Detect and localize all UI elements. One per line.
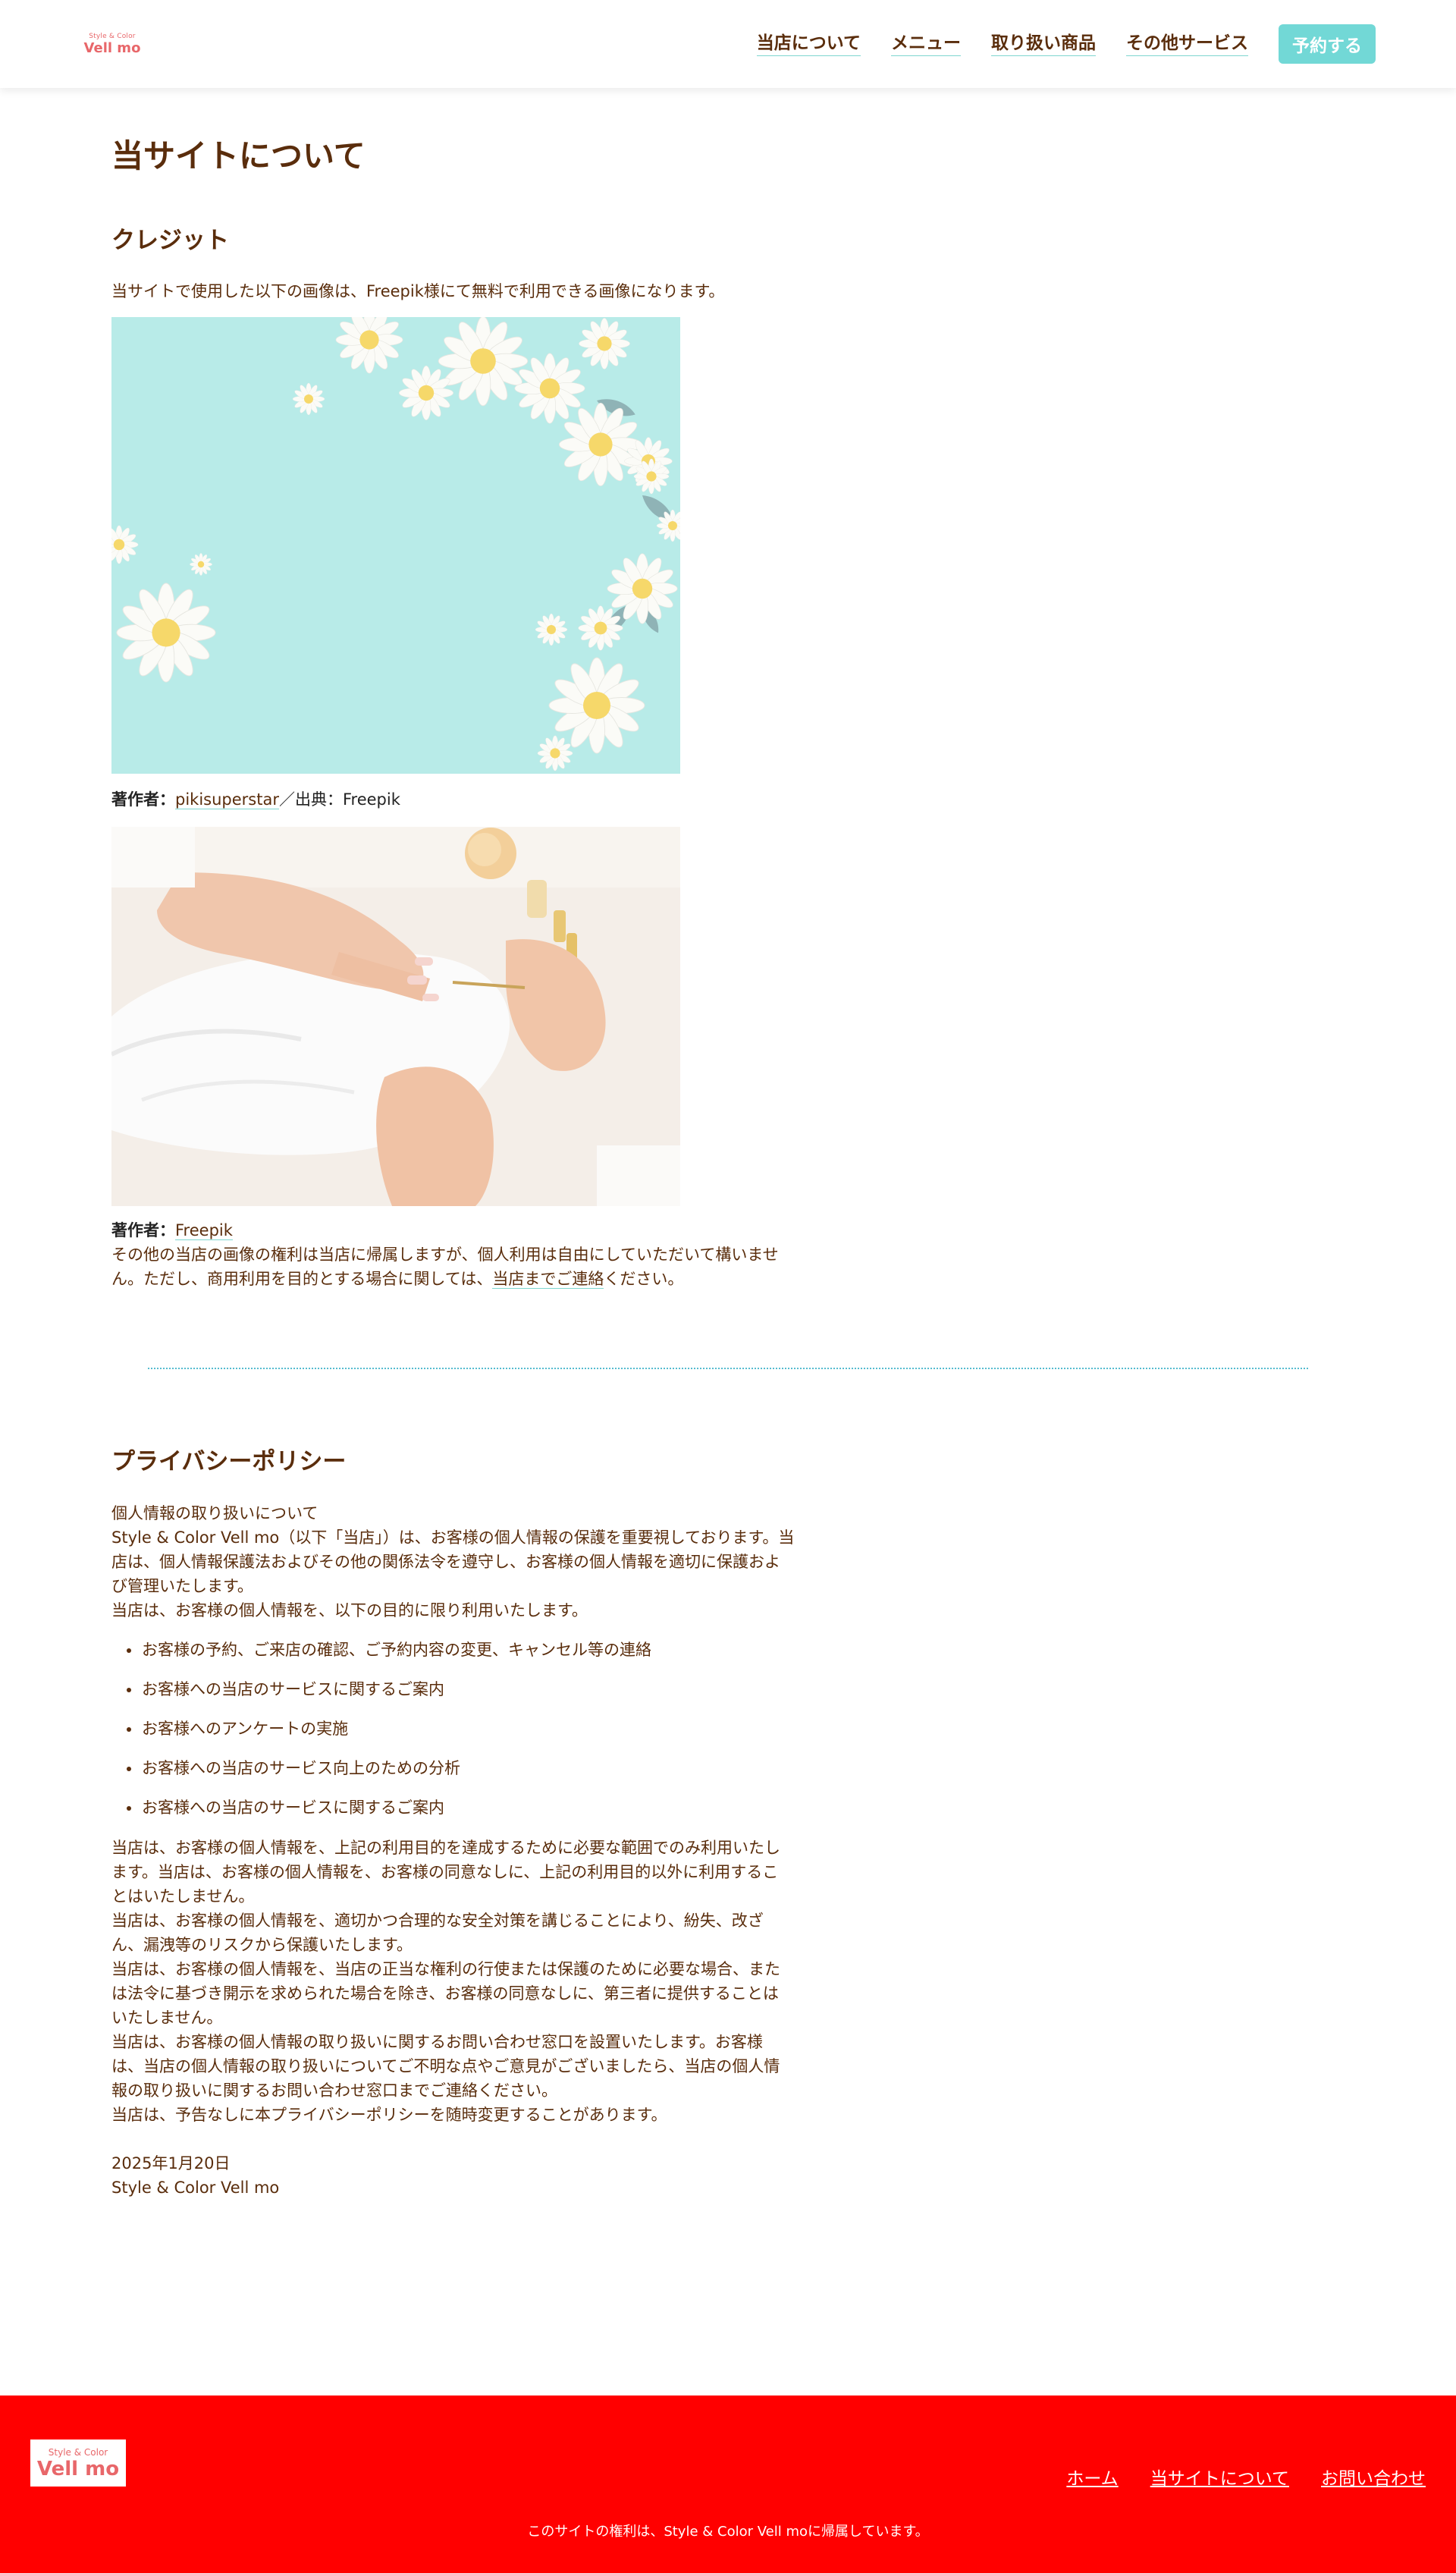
privacy-body-line: 報の取り扱いに関するお問い合わせ窓口までご連絡ください。 <box>111 2081 557 2100</box>
footer-logo-subtitle: Style & Color <box>48 2447 108 2458</box>
privacy-intro-line: 店は、個人情報保護法およびその他の関係法令を遵守し、お客様の個人情報を適切に保護… <box>111 1553 780 1571</box>
credit-note-line2: ん。ただし、商用利用を目的とする場合に関しては、当店までご連絡ください。 <box>111 1267 683 1291</box>
privacy-body-line: ん、漏洩等のリスクから保護いたします。 <box>111 1936 413 1954</box>
credit-heading: クレジット <box>111 227 229 254</box>
manicure-photo <box>111 827 680 1206</box>
note-text-a: ん。ただし、商用利用を目的とする場合に関しては、 <box>111 1270 493 1288</box>
privacy-signature: Style & Color Vell mo <box>111 2179 280 2197</box>
footer-link-contact[interactable]: お問い合わせ <box>1321 2464 1426 2490</box>
list-item: お客様への当店のサービス向上のための分析 <box>111 1756 651 1795</box>
credit1-author-link[interactable]: pikisuperstar <box>175 790 279 809</box>
privacy-body-line: いたしません。 <box>111 2009 223 2027</box>
credit1-source: Freepik <box>342 790 400 809</box>
credit-note-line1: その他の当店の画像の権利は当店に帰属しますが、個人利用は自由にしていただいて構い… <box>111 1246 779 1264</box>
privacy-intro: 個人情報の取り扱いについて Style & Color Vell mo（以下「当… <box>111 1501 832 1623</box>
privacy-body-line: は法令に基づき開示を求められた場合を除き、お客様の同意なしに、第三者に提供するこ… <box>111 1984 779 2003</box>
privacy-body-line: 当店は、予告なしに本プライバシーポリシーを随時変更することがあります。 <box>111 2106 667 2124</box>
footer-logo-title: Vell mo <box>36 2458 120 2480</box>
image2-credit: 著作者：Freepik <box>111 1218 233 1243</box>
reserve-button[interactable]: 予約する <box>1279 24 1376 64</box>
manicure-illustration <box>111 827 680 1206</box>
footer-link-about-site[interactable]: 当サイトについて <box>1150 2464 1289 2490</box>
privacy-body-line: 当店は、お客様の個人情報を、当店の正当な権利の行使または保護のために必要な場合、… <box>111 1960 780 1978</box>
privacy-intro-line: 当店は、お客様の個人情報を、以下の目的に限り利用いたします。 <box>111 1601 588 1620</box>
footer-logo[interactable]: Style & Color Vell mo <box>30 2439 126 2487</box>
privacy-date: 2025年1月20日 <box>111 2154 231 2172</box>
section-divider <box>148 1368 1308 1369</box>
purpose-list: お客様の予約、ご来店の確認、ご予約内容の変更、キャンセル等の連絡 お客様への当店… <box>111 1638 651 1835</box>
site-logo[interactable]: Style & Color Vell mo <box>83 32 141 58</box>
credit2-author-link[interactable]: Freepik <box>175 1221 233 1240</box>
privacy-heading: プライバシーポリシー <box>111 1448 347 1475</box>
privacy-body-line: 当店は、お客様の個人情報を、適切かつ合理的な安全対策を講じることにより、紛失、改… <box>111 1912 764 1930</box>
privacy-body-line: とはいたしません。 <box>111 1887 255 1905</box>
copyright-text: このサイトの権利は、Style & Color Vell moに帰属しています。 <box>527 2524 929 2540</box>
image1-credit: 著作者：pikisuperstar／出典：Freepik <box>111 787 400 812</box>
contact-shop-link[interactable]: 当店までご連絡 <box>492 1270 604 1289</box>
footer-nav: ホーム 当サイトについて お問い合わせ <box>1034 2464 1426 2490</box>
main-nav: 当店について メニュー 取り扱い商品 その他サービス 予約する <box>756 24 1376 64</box>
footer-link-home[interactable]: ホーム <box>1066 2464 1118 2490</box>
daisy-illustration <box>111 317 680 774</box>
list-item: お客様への当店のサービスに関するご案内 <box>111 1795 651 1835</box>
privacy-intro-line: Style & Color Vell mo（以下「当店」）は、お客様の個人情報の… <box>111 1528 795 1547</box>
list-item: お客様へのアンケートの実施 <box>111 1717 651 1756</box>
credit1-label: 著作者： <box>111 790 175 809</box>
privacy-body-line: 当店は、お客様の個人情報を、上記の利用目的を達成するために必要な範囲でのみ利用い… <box>111 1839 780 1857</box>
nav-link-menu[interactable]: メニュー <box>891 32 961 56</box>
page-title: 当サイトについて <box>111 137 366 174</box>
privacy-intro-line: 個人情報の取り扱いについて <box>111 1504 318 1522</box>
daisy-background-image <box>111 317 680 774</box>
credit-intro: 当サイトで使用した以下の画像は、Freepik様にて無料で利用できる画像になりま… <box>111 282 725 300</box>
credit1-separator: ／出典： <box>278 790 343 809</box>
privacy-body-line: 当店は、お客様の個人情報の取り扱いに関するお問い合わせ窓口を設置いたします。お客… <box>111 2033 763 2051</box>
privacy-body-line: は、当店の個人情報の取り扱いについてご不明な点やご意見がございましたら、当店の個… <box>111 2057 780 2075</box>
logo-title: Vell mo <box>83 40 141 56</box>
list-item: お客様への当店のサービスに関するご案内 <box>111 1677 651 1717</box>
privacy-body-line: ます。当店は、お客様の個人情報を、お客様の同意なしに、上記の利用目的以外に利用す… <box>111 1863 779 1881</box>
nav-link-products[interactable]: 取り扱い商品 <box>991 32 1096 56</box>
note-text-b: ください。 <box>604 1270 684 1288</box>
credit2-label: 著作者： <box>111 1221 175 1239</box>
privacy-intro-line: び管理いたします。 <box>111 1577 253 1595</box>
nav-link-about-shop[interactable]: 当店について <box>756 32 861 56</box>
nav-link-other-services[interactable]: その他サービス <box>1126 32 1248 56</box>
privacy-body: 当店は、お客様の個人情報を、上記の利用目的を達成するために必要な範囲でのみ利用い… <box>111 1836 832 2127</box>
list-item: お客様の予約、ご来店の確認、ご予約内容の変更、キャンセル等の連絡 <box>111 1638 651 1677</box>
site-footer: Style & Color Vell mo ホーム 当サイトについて お問い合わ… <box>0 2395 1456 2573</box>
site-header: Style & Color Vell mo 当店について メニュー 取り扱い商品… <box>0 0 1456 88</box>
